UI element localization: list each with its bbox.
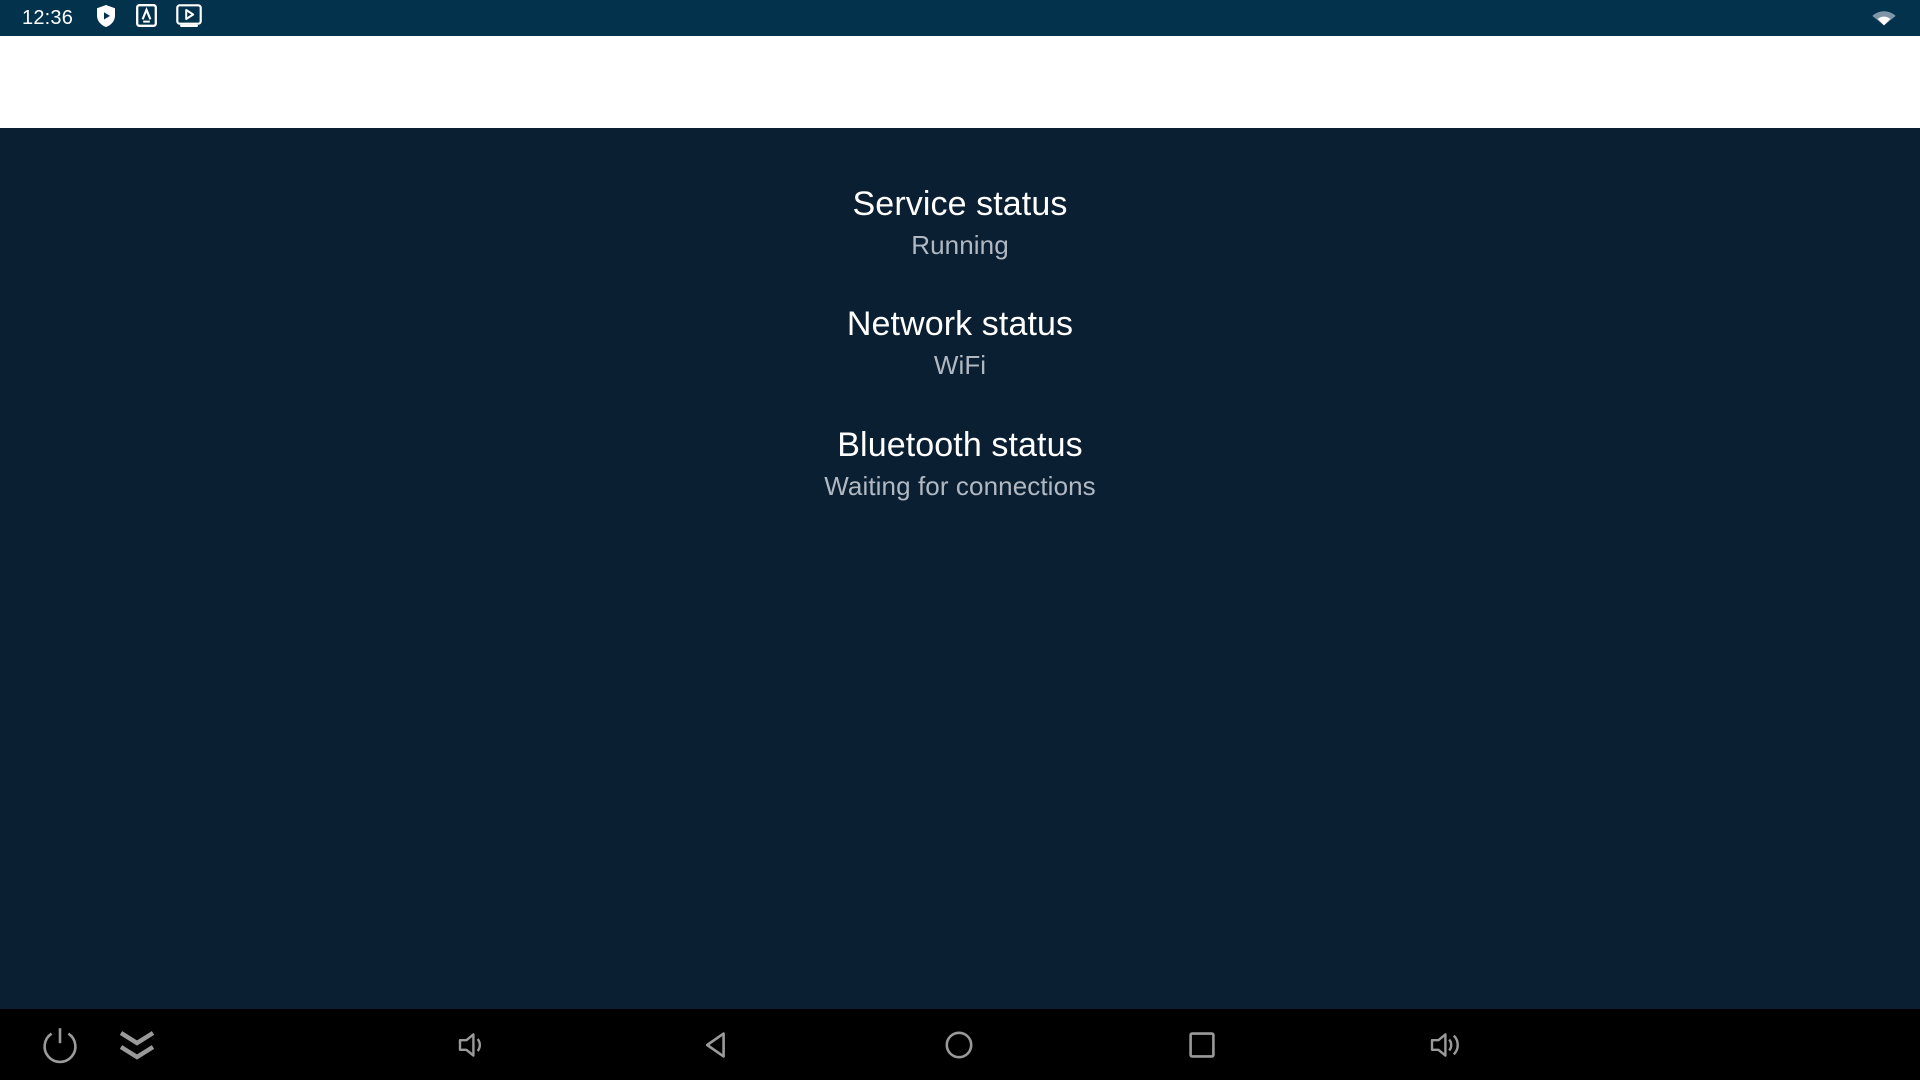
wifi-icon bbox=[1870, 5, 1898, 31]
back-button[interactable] bbox=[673, 1009, 761, 1080]
volume-down-button[interactable] bbox=[428, 1009, 516, 1080]
recents-square-icon bbox=[1183, 1026, 1221, 1064]
double-chevron-down-icon bbox=[115, 1027, 159, 1063]
home-button[interactable] bbox=[915, 1009, 1003, 1080]
network-status-title: Network status bbox=[846, 305, 1074, 344]
video-player-badge-icon bbox=[176, 3, 202, 33]
bluetooth-status-title: Bluetooth status bbox=[837, 425, 1083, 464]
service-status-value: Running bbox=[911, 230, 1009, 261]
back-triangle-icon bbox=[698, 1026, 736, 1064]
status-bar-left-icons bbox=[95, 3, 202, 33]
network-status-block: Network status WiFi bbox=[0, 304, 1920, 381]
top-white-band bbox=[0, 36, 1920, 128]
bluetooth-status-value: Waiting for connections bbox=[824, 470, 1096, 501]
network-status-value: WiFi bbox=[933, 350, 987, 381]
collapse-button[interactable] bbox=[93, 1009, 181, 1080]
letter-a-badge-icon bbox=[136, 4, 158, 32]
system-navigation-bar bbox=[0, 1009, 1920, 1080]
volume-up-button[interactable] bbox=[1402, 1009, 1490, 1080]
power-button[interactable] bbox=[16, 1009, 104, 1080]
service-status-block: Service status Running bbox=[0, 184, 1920, 261]
status-content-area: Service status Running Network status Wi… bbox=[0, 128, 1920, 1009]
shield-play-icon bbox=[95, 4, 117, 33]
status-bar-clock: 12:36 bbox=[22, 7, 74, 29]
home-circle-icon bbox=[940, 1026, 978, 1064]
status-bar-right-icons bbox=[1870, 5, 1898, 31]
status-bar: 12:36 bbox=[0, 0, 1920, 36]
screen: 12:36 Service status Running Network sta… bbox=[0, 0, 1920, 1080]
power-icon bbox=[39, 1024, 81, 1066]
volume-up-icon bbox=[1426, 1026, 1466, 1064]
bluetooth-status-block: Bluetooth status Waiting for connections bbox=[0, 425, 1920, 502]
service-status-title: Service status bbox=[852, 185, 1068, 223]
volume-down-icon bbox=[453, 1026, 491, 1064]
recents-button[interactable] bbox=[1158, 1009, 1246, 1080]
